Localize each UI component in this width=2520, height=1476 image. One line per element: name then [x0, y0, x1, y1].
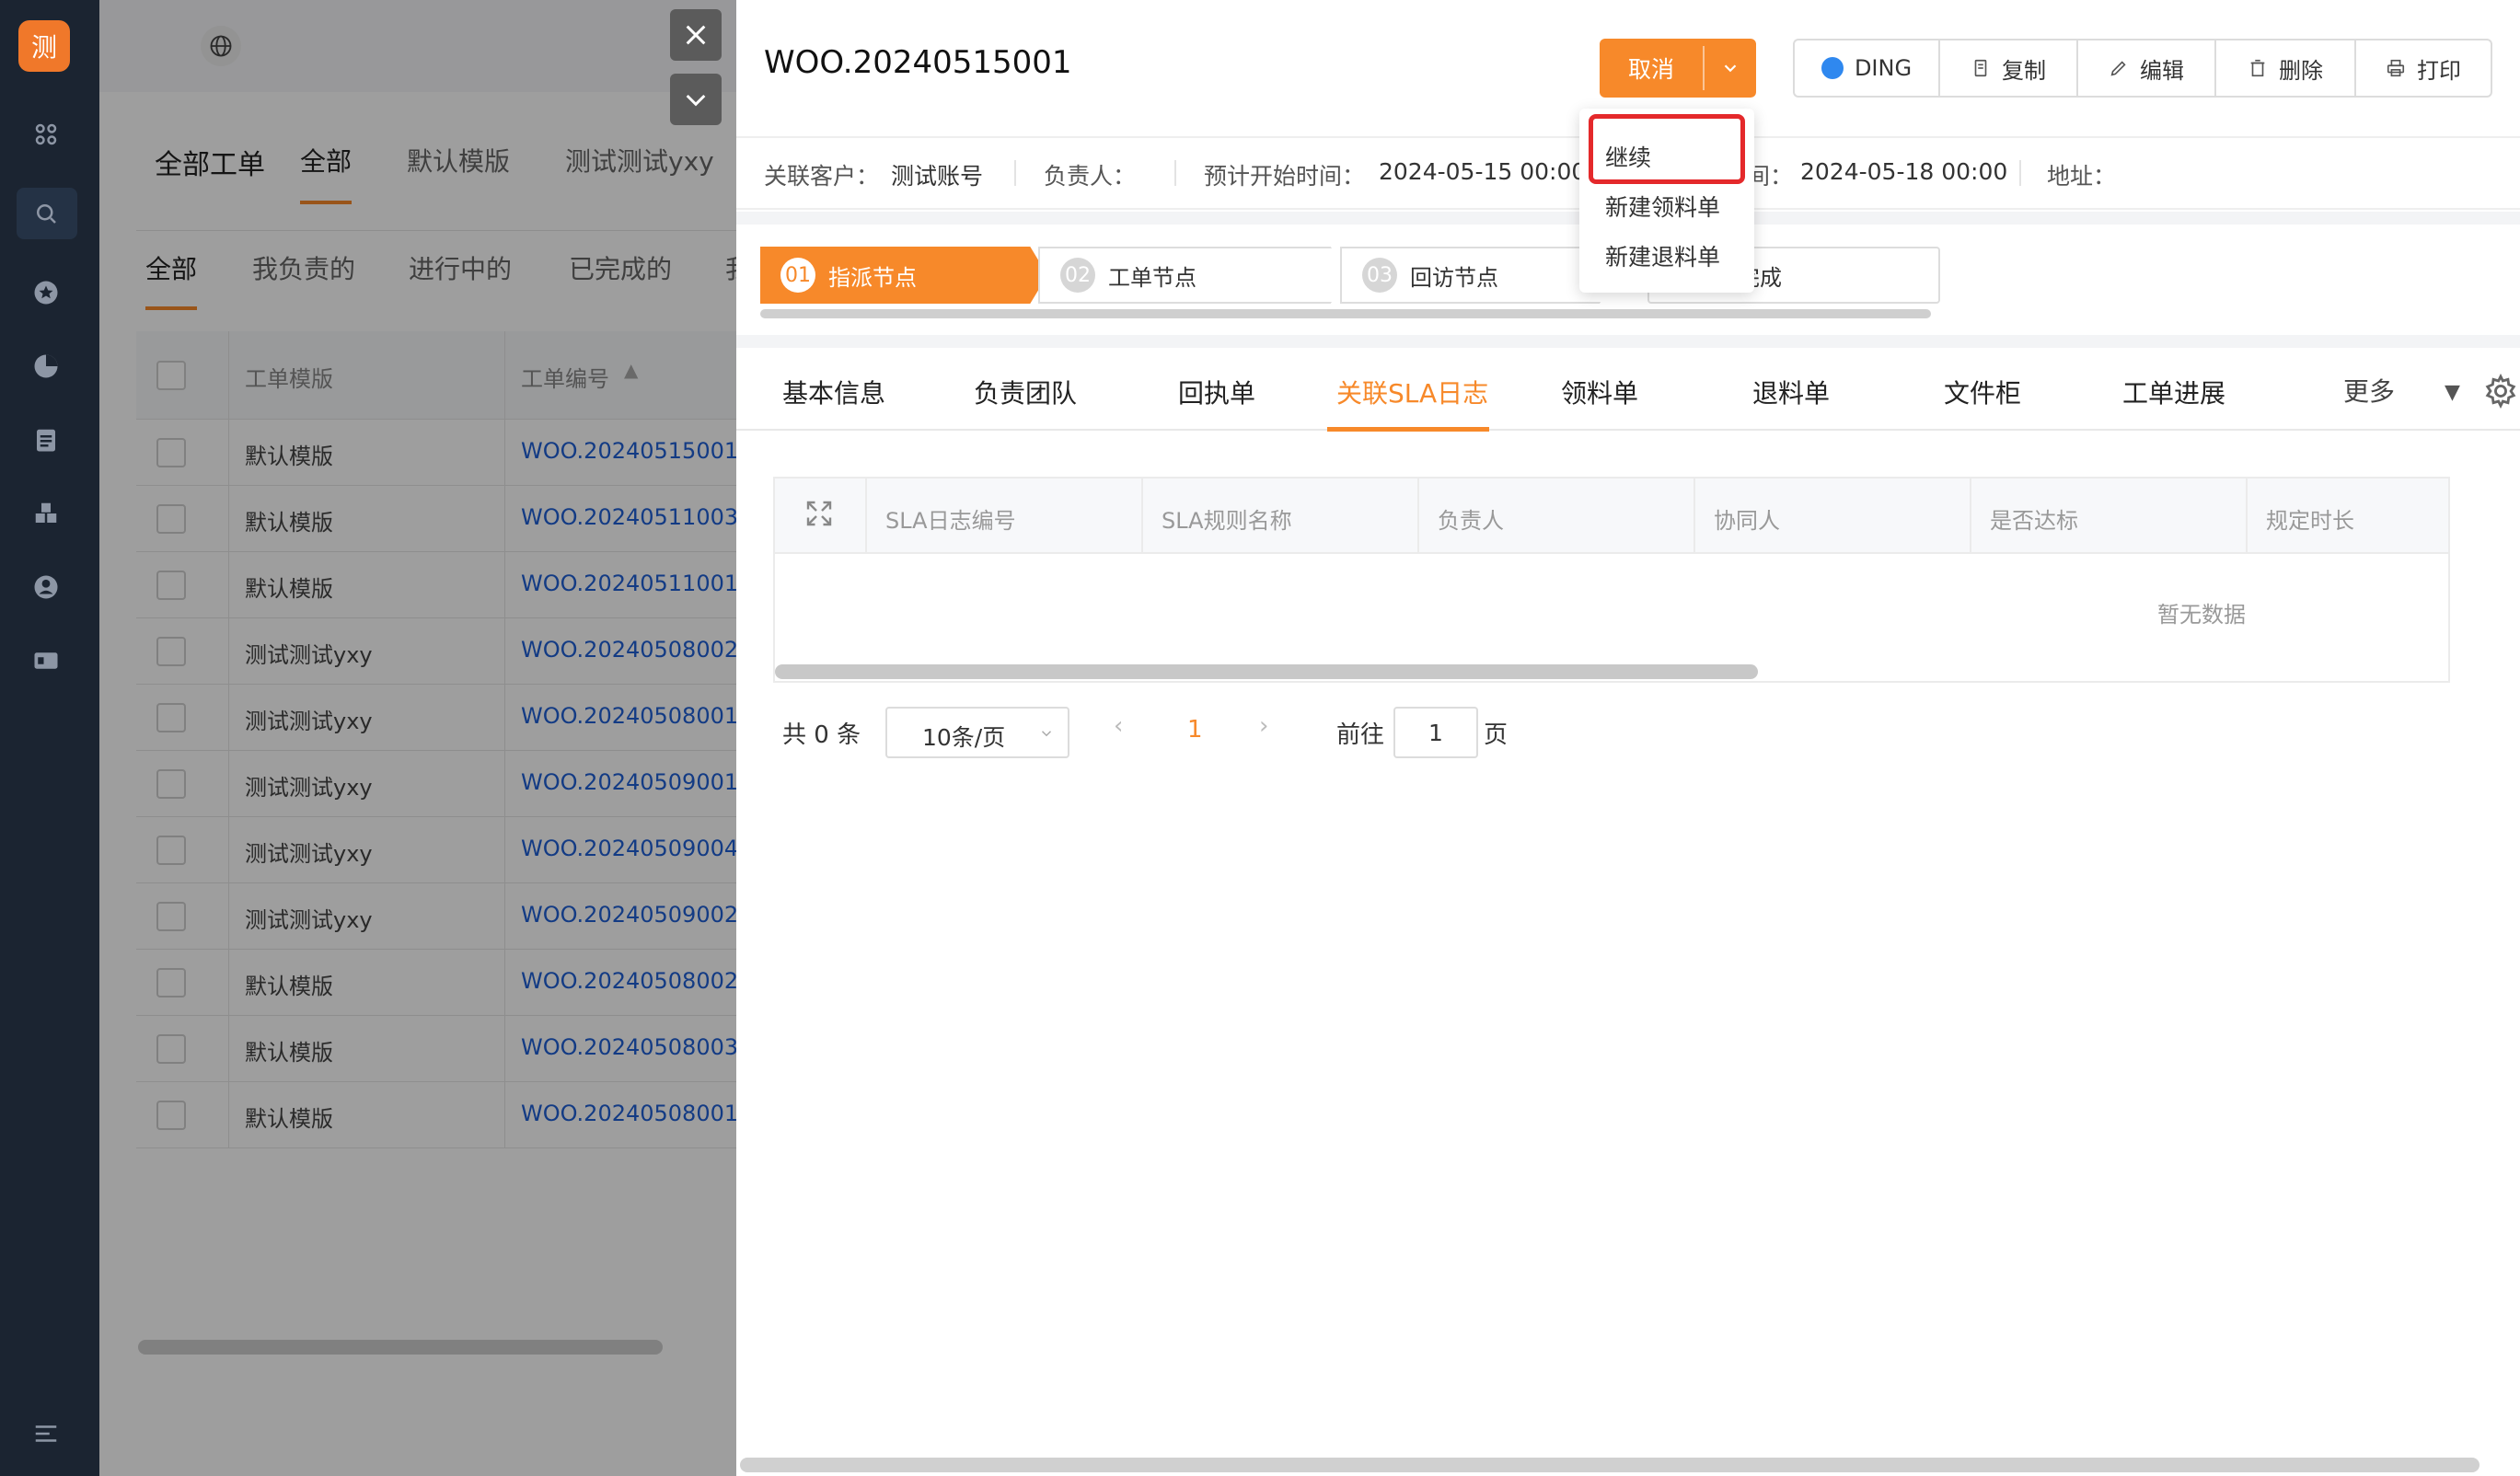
goto-page-input[interactable] [1393, 707, 1478, 758]
address-label: 地址： [2047, 163, 2117, 190]
step-label: 工单节点 [1108, 264, 1196, 291]
close-drawer-button[interactable] [670, 9, 722, 61]
step-follow-up[interactable]: 03 回访节点 [1340, 247, 1616, 304]
collapse-drawer-button[interactable] [670, 74, 722, 125]
apps-icon[interactable] [28, 116, 64, 153]
expand-icon[interactable] [803, 497, 839, 534]
step-work-order[interactable]: 02 工单节点 [1038, 247, 1349, 304]
chevron-down-icon [1041, 731, 1052, 737]
start-time-value: 2024-05-15 00:00 [1379, 158, 1587, 185]
search-icon[interactable] [28, 195, 64, 232]
blocks-icon[interactable] [28, 495, 64, 532]
star-icon[interactable] [28, 274, 64, 311]
end-time-value: 2024-05-18 00:00 [1800, 158, 2008, 185]
owner-label: 负责人： [1044, 163, 1137, 190]
tab-file-cabinet[interactable]: 文件柜 [1944, 374, 2021, 410]
copy-icon [1974, 59, 1987, 77]
page-size-select[interactable]: 10条/页 [885, 707, 1069, 758]
col-divider [1417, 479, 1419, 554]
edit-icon [2110, 61, 2126, 76]
col-owner: 负责人 [1438, 508, 1504, 534]
col-divider [1693, 479, 1695, 554]
pagination-total: 共 0 条 [782, 721, 861, 749]
menu-item-new-material-return[interactable]: 新建退料单 [1605, 239, 1720, 272]
step-label: 指派节点 [828, 264, 917, 291]
prev-page-button[interactable]: ‹ [1114, 712, 1123, 740]
tab-progress[interactable]: 工单进展 [2122, 374, 2225, 410]
modal-overlay[interactable] [99, 0, 736, 1476]
ding-button-label: DING [1854, 55, 1913, 81]
gear-icon[interactable] [2483, 373, 2520, 410]
step-number: 01 [780, 258, 815, 293]
col-divider [1970, 479, 1971, 554]
step-number: 03 [1362, 258, 1397, 293]
col-sla-log-number: SLA日志编号 [885, 508, 1016, 534]
menu-collapse-icon[interactable] [28, 1415, 64, 1452]
col-divider [1141, 479, 1143, 554]
card-icon[interactable] [28, 642, 64, 679]
ding-button[interactable]: DING [1793, 39, 1938, 98]
col-divider [865, 479, 867, 554]
sla-table-scrollbar[interactable] [775, 664, 1758, 679]
start-time-label: 预计开始时间： [1204, 163, 1366, 190]
sla-table-header [775, 479, 2448, 554]
delete-button[interactable]: 删除 [2214, 39, 2354, 98]
copy-button[interactable]: 复制 [1938, 39, 2076, 98]
cancel-button[interactable]: 取消 [1600, 39, 1703, 98]
empty-state-text: 暂无数据 [2157, 602, 2246, 628]
menu-item-new-material-request[interactable]: 新建领料单 [1605, 190, 1720, 223]
highlight-box [1589, 114, 1745, 184]
chevron-down-icon[interactable] [1705, 39, 1756, 98]
customer-value[interactable]: 测试账号 [891, 158, 983, 191]
tab-sla-log[interactable]: 关联SLA日志 [1336, 374, 1488, 410]
customer-label: 关联客户： [764, 163, 880, 190]
pie-chart-icon[interactable] [28, 348, 64, 385]
tab-receipt[interactable]: 回执单 [1178, 374, 1255, 410]
clipboard-icon[interactable] [28, 421, 64, 458]
steps-scrollbar[interactable] [760, 309, 1931, 318]
tab-material-request[interactable]: 领料单 [1561, 374, 1638, 410]
tab-team[interactable]: 负责团队 [974, 374, 1077, 410]
delete-button-label: 删除 [2279, 57, 2323, 84]
step-number: 02 [1060, 258, 1095, 293]
col-sla-rule-name: SLA规则名称 [1162, 508, 1292, 534]
goto-label: 前往 [1336, 721, 1385, 749]
tabs-baseline [736, 429, 2520, 431]
step-assign[interactable]: 01 指派节点 [760, 247, 1047, 304]
info-separator [2019, 160, 2021, 186]
info-separator [1174, 160, 1176, 186]
trash-icon [2250, 59, 2265, 77]
page-size-value: 10条/页 [922, 724, 1006, 751]
drawer-horizontal-scrollbar[interactable] [740, 1458, 2480, 1472]
col-divider [2246, 479, 2248, 554]
tab-basic-info[interactable]: 基本信息 [782, 374, 885, 410]
print-button[interactable]: 打印 [2354, 39, 2492, 98]
next-page-button[interactable]: › [1259, 712, 1268, 740]
user-icon[interactable] [28, 569, 64, 605]
app-logo[interactable]: 测 [18, 20, 70, 72]
page-suffix: 页 [1484, 721, 1509, 749]
edit-button-label: 编辑 [2140, 57, 2184, 84]
tab-material-return[interactable]: 退料单 [1752, 374, 1830, 410]
current-page-number[interactable]: 1 [1187, 716, 1203, 744]
work-order-title: WOO.20240515001 [764, 44, 1072, 81]
info-separator [1014, 160, 1016, 186]
printer-icon [2387, 59, 2405, 77]
col-met-target: 是否达标 [1990, 508, 2078, 534]
section-divider [736, 335, 2520, 348]
tab-more[interactable]: 更多 [2343, 372, 2395, 409]
step-label: 回访节点 [1410, 264, 1498, 291]
copy-button-label: 复制 [2002, 57, 2046, 84]
ding-icon [1821, 57, 1844, 79]
tab-active-indicator [1327, 427, 1489, 432]
col-duration: 规定时长 [2266, 508, 2354, 534]
caret-down-icon[interactable]: ▼ [2445, 381, 2460, 404]
edit-button[interactable]: 编辑 [2076, 39, 2214, 98]
print-button-label: 打印 [2417, 57, 2461, 84]
col-collaborator: 协同人 [1714, 508, 1780, 534]
